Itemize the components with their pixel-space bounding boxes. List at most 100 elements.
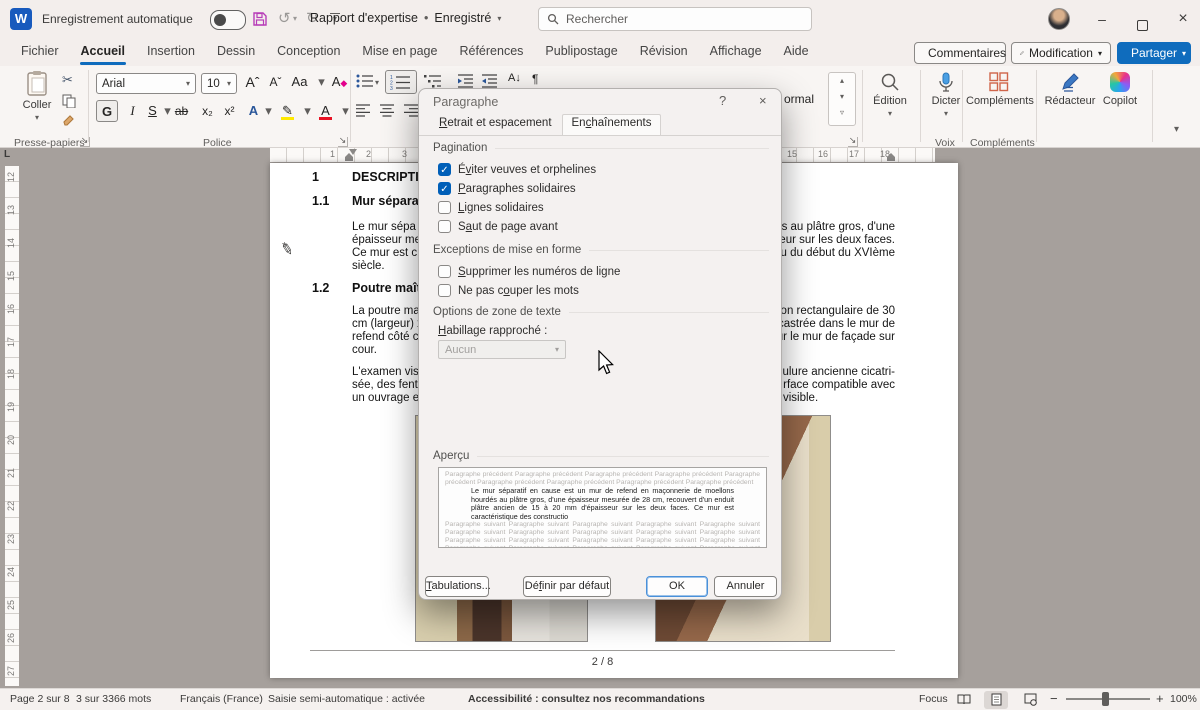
cancel-button[interactable]: Annuler [714, 576, 777, 597]
dialog-close-icon[interactable]: × [759, 93, 767, 108]
bullets-chevron-icon[interactable]: ▾ [375, 78, 379, 87]
ribbon-tab-mise-en-page[interactable]: Mise en page [351, 38, 448, 66]
exception-checkbox-0[interactable] [438, 265, 451, 278]
paste-button[interactable]: Coller ▾ [16, 70, 58, 123]
zoom-in-button[interactable]: + [1156, 691, 1164, 706]
pagination-option-2[interactable]: Lignes solidaires [438, 198, 761, 217]
clear-formatting-icon[interactable]: A◆ [330, 71, 349, 93]
copilot-button[interactable]: Copilot [1096, 72, 1144, 107]
pagination-checkbox-0[interactable]: ✓ [438, 163, 451, 176]
editor-button[interactable]: Rédacteur [1042, 72, 1098, 107]
font-color-chevron-icon[interactable]: ▾ [336, 100, 355, 122]
style-normal-fragment[interactable]: ormal [784, 92, 814, 106]
decrease-indent-icon[interactable] [458, 74, 474, 88]
web-layout-button[interactable] [1018, 691, 1042, 709]
autocomplete-status[interactable]: Saisie semi-automatique : activée [268, 693, 425, 705]
shrink-font-icon[interactable]: Aˇ [266, 71, 285, 93]
grow-font-icon[interactable]: Aˆ [243, 71, 262, 93]
font-size-combo[interactable]: 10 ▾ [201, 73, 237, 94]
print-layout-button[interactable] [984, 691, 1008, 709]
ruler-tab-selector[interactable]: L [4, 149, 10, 160]
increase-indent-icon[interactable] [482, 74, 498, 88]
word-logo-icon[interactable]: W [10, 8, 32, 30]
pagination-checkbox-2[interactable] [438, 201, 451, 214]
bold-button[interactable]: G [96, 100, 118, 122]
ribbon-tab-fichier[interactable]: Fichier [10, 38, 70, 66]
copy-icon[interactable] [62, 94, 76, 108]
restore-button[interactable] [1125, 0, 1159, 38]
right-indent-marker[interactable] [887, 157, 895, 161]
dialog-help-icon[interactable]: ? [719, 93, 726, 108]
ribbon-tab-conception[interactable]: Conception [266, 38, 351, 66]
exception-option-0[interactable]: Supprimer les numéros de ligne [438, 262, 761, 281]
close-button[interactable]: × [1166, 0, 1200, 38]
ribbon-tab-accueil[interactable]: Accueil [70, 38, 136, 66]
tight-wrap-dropdown[interactable]: Aucun ▾ [438, 340, 566, 359]
undo-icon[interactable]: ↺ [278, 9, 291, 27]
pagination-option-3[interactable]: Saut de page avant [438, 217, 761, 236]
font-dialog-launcher[interactable]: ↘ [338, 137, 348, 147]
sort-icon[interactable]: A↓ [508, 72, 521, 84]
pagination-checkbox-1[interactable]: ✓ [438, 182, 451, 195]
pagination-checkbox-3[interactable] [438, 220, 451, 233]
editing-find-button[interactable]: Édition ▾ [866, 72, 914, 119]
ribbon-tab-insertion[interactable]: Insertion [136, 38, 206, 66]
collapse-ribbon-icon[interactable]: ▾ [1174, 124, 1179, 135]
ribbon-tab-aide[interactable]: Aide [773, 38, 820, 66]
zoom-out-button[interactable]: − [1050, 691, 1058, 706]
ok-button[interactable]: OK [646, 576, 708, 597]
align-center-icon[interactable] [380, 104, 395, 117]
dialog-tab-0[interactable]: Retrait et espacement [429, 114, 562, 135]
addins-button[interactable]: Compléments [966, 72, 1032, 107]
align-right-icon[interactable] [404, 104, 419, 117]
numbering-button[interactable]: 123 [385, 70, 417, 94]
save-icon[interactable] [252, 11, 268, 27]
language-status[interactable]: Français (France) [180, 693, 263, 705]
set-default-button[interactable]: Définir par défaut [523, 576, 611, 597]
font-color-button[interactable]: A [316, 100, 335, 122]
align-left-icon[interactable] [356, 104, 371, 117]
zoom-level[interactable]: 100% [1170, 693, 1197, 705]
zoom-slider-thumb[interactable] [1102, 692, 1109, 706]
ribbon-tab-publipostage[interactable]: Publipostage [534, 38, 628, 66]
user-avatar[interactable] [1048, 8, 1070, 30]
superscript-button[interactable]: x² [220, 100, 239, 122]
clipboard-dialog-launcher[interactable]: ↘ [80, 137, 90, 147]
pagination-option-1[interactable]: ✓Paragraphes solidaires [438, 179, 761, 198]
multilevel-list-icon[interactable] [424, 74, 442, 88]
change-case-chevron-icon[interactable]: ▾ [312, 71, 331, 93]
editing-mode-button[interactable]: Modification ▾ [1011, 42, 1111, 64]
change-case-icon[interactable]: Aa [290, 71, 309, 93]
subscript-button[interactable]: x₂ [198, 100, 217, 122]
bullets-icon[interactable] [356, 74, 374, 88]
hanging-indent-marker[interactable] [345, 157, 353, 161]
accessibility-status[interactable]: Accessibilité : consultez nos recommanda… [468, 693, 705, 705]
ribbon-tab-références[interactable]: Références [448, 38, 534, 66]
strikethrough-button[interactable]: ab [172, 100, 191, 122]
share-button[interactable]: Partager ▾ [1117, 42, 1191, 64]
focus-label[interactable]: Focus [919, 693, 948, 705]
dialog-tab-1[interactable]: Enchaînements [562, 114, 662, 135]
highlight-button[interactable]: ✎ [278, 100, 297, 122]
pilcrow-icon[interactable]: ¶ [532, 72, 538, 86]
cut-icon[interactable]: ✂ [62, 72, 73, 88]
minimize-button[interactable]: – [1085, 0, 1119, 38]
pagination-option-0[interactable]: ✓Éviter veuves et orphelines [438, 160, 761, 179]
font-name-combo[interactable]: Arial ▾ [96, 73, 196, 94]
tabulations-button[interactable]: Tabulations... [425, 576, 489, 597]
styles-dialog-launcher[interactable]: ↘ [848, 137, 858, 147]
ribbon-tab-révision[interactable]: Révision [629, 38, 699, 66]
document-title[interactable]: Rapport d'expertise • Enregistré ▾ [310, 11, 501, 25]
read-mode-button[interactable] [952, 691, 976, 709]
highlight-chevron-icon[interactable]: ▾ [298, 100, 317, 122]
autosave-toggle[interactable] [210, 10, 246, 30]
italic-button[interactable]: I [123, 100, 142, 122]
word-count[interactable]: 3 sur 3366 mots [76, 693, 151, 705]
comments-button[interactable]: Commentaires [914, 42, 1006, 64]
search-input[interactable]: Rechercher [538, 7, 812, 31]
exception-checkbox-1[interactable] [438, 284, 451, 297]
page-count[interactable]: Page 2 sur 8 [10, 693, 70, 705]
ribbon-tab-dessin[interactable]: Dessin [206, 38, 266, 66]
ribbon-tab-affichage[interactable]: Affichage [699, 38, 773, 66]
styles-gallery-scroll[interactable]: ▴▾▿ [828, 72, 856, 126]
